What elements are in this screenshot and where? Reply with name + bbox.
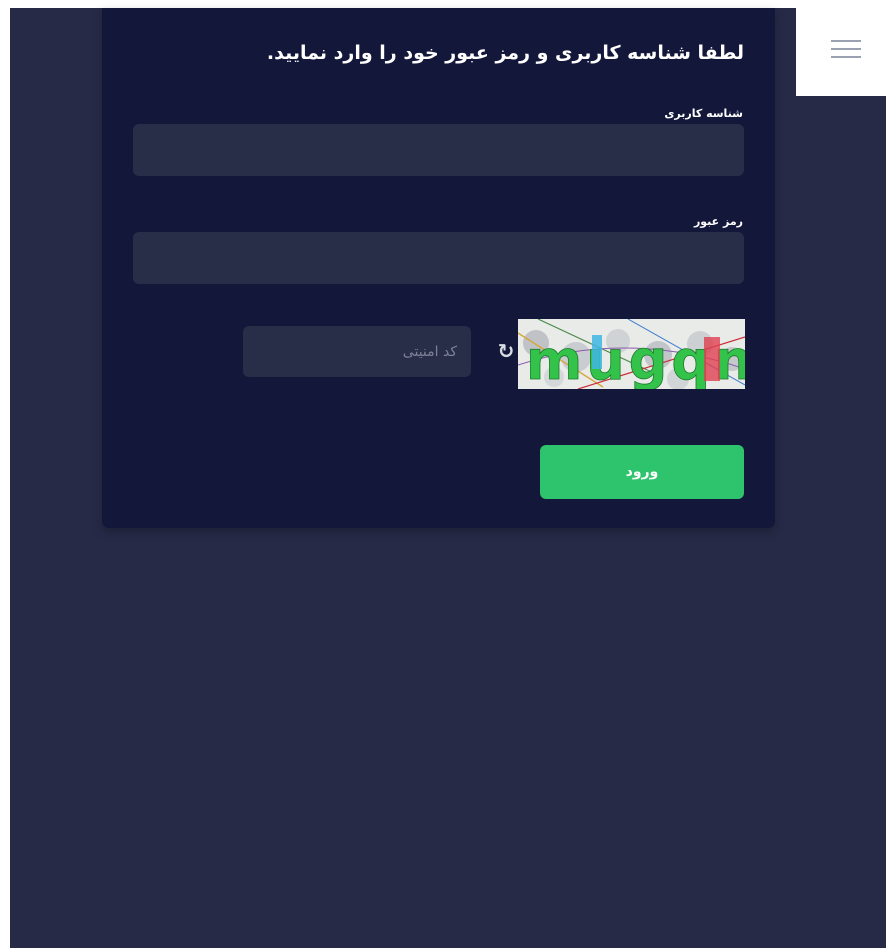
password-label: رمز عبور: [693, 215, 743, 228]
login-button[interactable]: ورود: [540, 445, 744, 499]
captcha-image: mugqn: [518, 319, 745, 389]
captcha-input[interactable]: [243, 326, 471, 377]
captcha-image-graphic: mugqn: [518, 319, 745, 389]
login-title: لطفا شناسه کاربری و رمز عبور خود را وارد…: [266, 42, 744, 64]
menu-icon-line-top: [831, 40, 861, 42]
refresh-icon: ↻: [497, 339, 515, 363]
password-input[interactable]: [133, 232, 744, 284]
username-label: شناسه کاربری: [664, 107, 743, 120]
username-input[interactable]: [133, 124, 744, 176]
login-card: لطفا شناسه کاربری و رمز عبور خود را وارد…: [102, 8, 775, 528]
refresh-captcha-button[interactable]: ↻: [494, 337, 518, 365]
menu-icon-line-middle: [831, 48, 861, 50]
menu-button[interactable]: [796, 8, 886, 96]
menu-icon-line-bottom: [831, 56, 861, 58]
